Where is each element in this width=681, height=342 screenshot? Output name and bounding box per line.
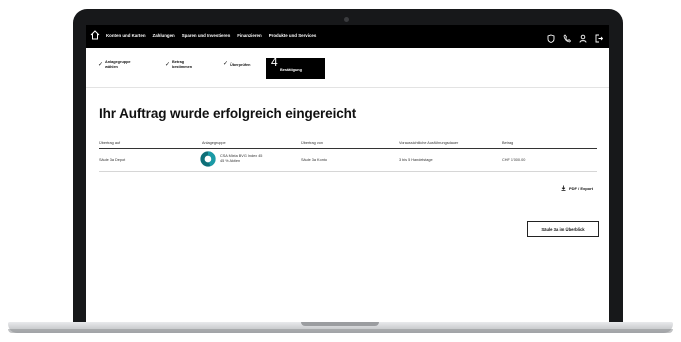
allocation-donut-icon <box>200 151 216 167</box>
pdf-export-link[interactable]: PDF / Export <box>561 185 593 191</box>
check-icon: ✓ <box>98 62 104 68</box>
step-label: Bestätigung <box>280 68 302 72</box>
progress-stepper: ✓ Anlagegruppe wählen ✓ Betrag bestimmen… <box>96 55 326 82</box>
pillar-3a-overview-button[interactable]: Säule 3a im Überblick <box>527 221 599 237</box>
cell-fund: CSA Mixta BVG Index 45 45 % Aktien <box>220 154 262 164</box>
step-label-line1: Anlagegruppe <box>105 60 131 64</box>
step-label-line2: wählen <box>105 64 118 69</box>
check-icon: ✓ <box>223 61 229 67</box>
browser-screen: Konten und Karten Zahlungen Sparen und I… <box>86 25 609 331</box>
table-row: Säule 3a Depot CSA Mixta BVG Index 45 45… <box>99 149 597 172</box>
shield-icon[interactable] <box>547 30 555 43</box>
nav-item-sparen[interactable]: Sparen und Investieren <box>182 33 231 38</box>
camera-dot <box>344 17 349 22</box>
step-label: Überprüfen <box>230 63 251 67</box>
laptop-notch <box>301 322 379 326</box>
cell-transfer-to: Säule 3a Depot <box>99 158 126 162</box>
order-table: Übertrag auf Anlagegruppe Übertrag von V… <box>99 139 597 172</box>
nav-item-finanzieren[interactable]: Finanzieren <box>237 33 261 38</box>
step-confirmation: 4 Bestätigung <box>266 55 325 79</box>
export-label: PDF / Export <box>569 185 594 191</box>
header-duration: Voraussichtliche Ausführungsdauer <box>399 141 459 145</box>
step-amount: ✓ Betrag bestimmen <box>165 60 193 69</box>
page-title: Ihr Auftrag wurde erfolgreich eingereich… <box>99 106 357 121</box>
header-transfer-to: Übertrag auf <box>99 141 121 145</box>
nav-item-produkte[interactable]: Produkte und Services <box>269 33 317 38</box>
step-review: ✓ Überprüfen <box>223 61 251 68</box>
check-icon: ✓ <box>165 62 171 68</box>
nav-item-zahlungen[interactable]: Zahlungen <box>153 33 175 38</box>
download-icon <box>561 185 566 191</box>
header-amount: Betrag <box>502 141 514 145</box>
home-icon[interactable] <box>90 29 100 41</box>
cell-duration: 3 bis 5 Handelstage <box>399 158 433 162</box>
laptop-lip <box>8 329 673 333</box>
header-transfer-from: Übertrag von <box>301 141 323 145</box>
nav-item-konten[interactable]: Konten und Karten <box>106 33 146 38</box>
step-select-fund: ✓ Anlagegruppe wählen <box>98 60 131 69</box>
cell-transfer-from: Säule 3a Konto <box>301 158 327 162</box>
cell-amount: CHF 1'000.00 <box>502 158 526 162</box>
fund-share: 45 % Aktien <box>220 159 241 163</box>
laptop-base <box>8 322 673 333</box>
table-header: Übertrag auf Anlagegruppe Übertrag von V… <box>99 139 597 149</box>
top-navigation: Konten und Karten Zahlungen Sparen und I… <box>86 25 609 48</box>
step-number: 4 <box>271 55 278 69</box>
logout-icon[interactable] <box>595 30 604 43</box>
user-icon[interactable] <box>579 30 587 43</box>
divider <box>86 87 609 88</box>
phone-icon[interactable] <box>563 30 572 43</box>
step-label-line2: bestimmen <box>172 64 193 69</box>
header-fund: Anlagegruppe <box>202 141 226 145</box>
